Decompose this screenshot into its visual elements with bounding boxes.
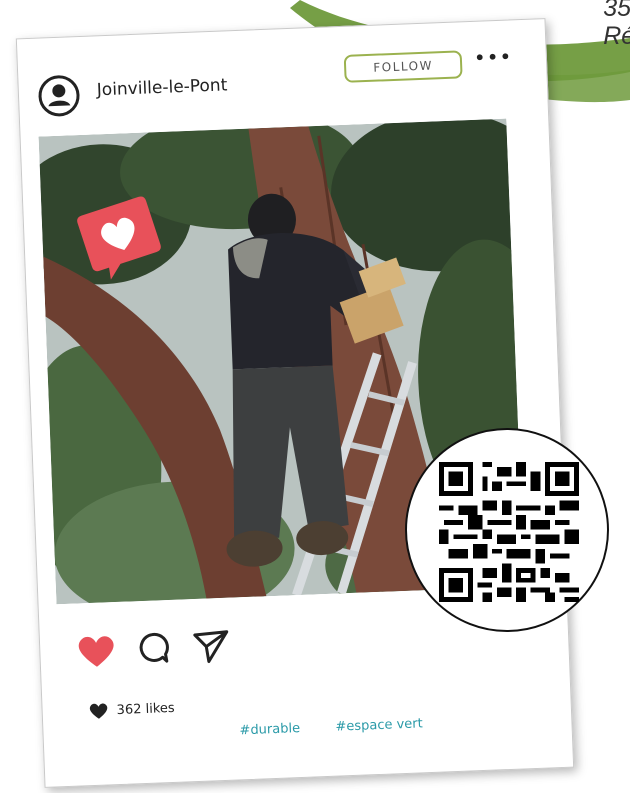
corner-heading: 35, Ré — [603, 0, 630, 50]
post-username[interactable]: Joinville-le-Pont — [96, 75, 227, 100]
corner-heading-line1: 35, — [603, 0, 630, 22]
user-circle-icon[interactable] — [36, 73, 82, 119]
comment-bubble-icon[interactable] — [134, 630, 171, 667]
corner-heading-line2: Ré — [603, 22, 630, 50]
hashtag-durable[interactable]: #durable — [239, 721, 300, 738]
hashtag-espace-vert[interactable]: #espace vert — [335, 716, 423, 734]
qr-code-badge[interactable] — [405, 428, 609, 632]
ellipsis-icon[interactable]: ••• — [473, 44, 512, 69]
heart-small-icon — [89, 703, 108, 719]
post-action-bar — [76, 630, 229, 674]
likes-row: 362 likes — [88, 699, 175, 720]
qr-code-icon — [439, 462, 579, 602]
heart-icon[interactable] — [76, 632, 117, 670]
paper-plane-icon[interactable] — [192, 628, 231, 665]
likes-count[interactable]: 362 likes — [116, 700, 175, 717]
instagram-post-card: Joinville-le-Pont FOLLOW ••• 362 likes #… — [15, 18, 575, 788]
follow-button[interactable]: FOLLOW — [343, 50, 463, 83]
